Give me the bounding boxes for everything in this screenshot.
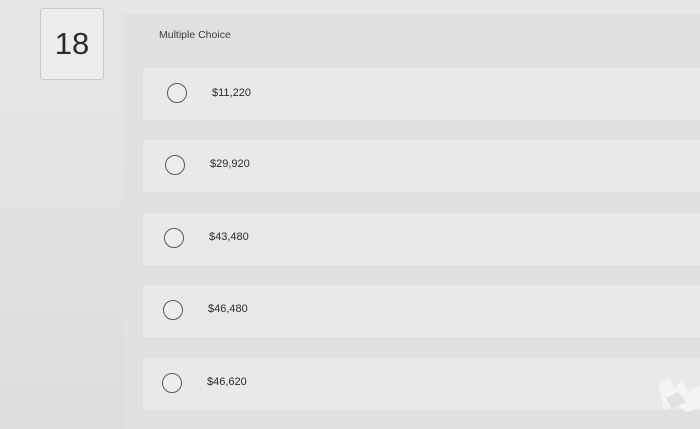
radio-button-icon[interactable] bbox=[162, 373, 182, 393]
answer-option-1[interactable]: $11,220 bbox=[143, 68, 700, 120]
radio-button-icon[interactable] bbox=[165, 155, 185, 175]
radio-button-icon[interactable] bbox=[163, 300, 183, 320]
answer-option-label: $11,220 bbox=[212, 87, 251, 99]
answer-option-5[interactable]: $46,620 bbox=[143, 358, 700, 410]
answer-option-label: $29,920 bbox=[210, 158, 250, 170]
question-number: 18 bbox=[40, 8, 104, 80]
answer-option-2[interactable]: $29,920 bbox=[143, 140, 700, 192]
radio-button-icon[interactable] bbox=[167, 83, 187, 103]
radio-button-icon[interactable] bbox=[164, 228, 184, 248]
answer-option-label: $46,620 bbox=[207, 376, 247, 388]
answer-option-label: $43,480 bbox=[209, 231, 249, 243]
answer-option-3[interactable]: $43,480 bbox=[143, 213, 700, 265]
question-type-label: Multiple Choice bbox=[159, 29, 231, 41]
answer-option-label: $46,480 bbox=[208, 303, 248, 315]
answer-option-4[interactable]: $46,480 bbox=[143, 285, 700, 337]
